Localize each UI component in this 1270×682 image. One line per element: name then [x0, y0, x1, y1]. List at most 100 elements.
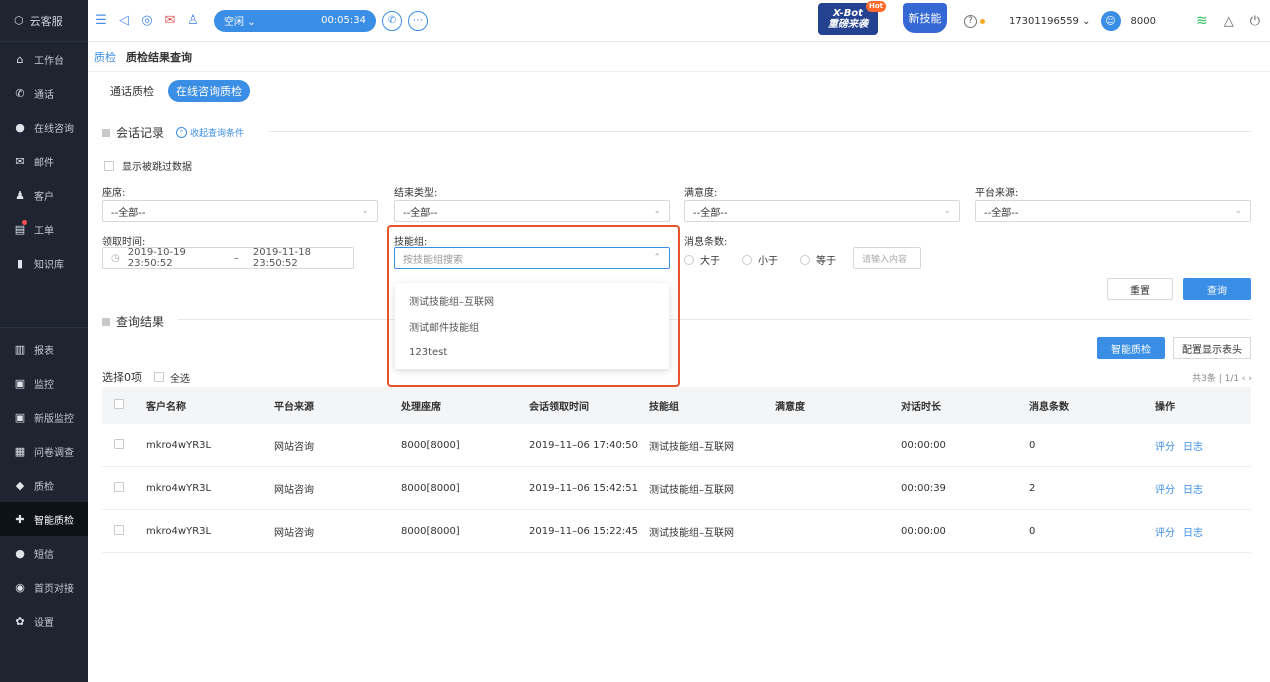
pagination[interactable]: 共3条 | 1/1 ‹ ›	[1192, 371, 1252, 384]
sidebar-item-smart-qc[interactable]: ✚ 智能质检	[0, 502, 88, 536]
agent-status-pill[interactable]: 空闲 ⌄ 00:05:34	[214, 9, 376, 32]
sidebar-item-user[interactable]: ♟ 客户	[0, 178, 88, 212]
tab-call-qc[interactable]: 通话质检	[110, 83, 154, 99]
sidebar-item-mail[interactable]: ✉ 邮件	[0, 144, 88, 178]
breadcrumb: 质检 质检结果查询	[88, 42, 1270, 72]
platform-select[interactable]: --全部-- ⌄	[975, 200, 1251, 222]
sidebar-item-shield[interactable]: ◆ 质检	[0, 468, 88, 502]
radio-greater[interactable]: 大于	[684, 252, 720, 267]
collapse-filters-link[interactable]: ⌃ 收起查询条件	[176, 126, 244, 139]
agent-select-value: --全部--	[111, 207, 146, 219]
col-count: 消息条数	[1029, 402, 1069, 413]
rate-link[interactable]: 评分	[1155, 528, 1175, 539]
row-checkbox[interactable]	[114, 524, 124, 535]
mail-alert-icon[interactable]: ✉	[163, 13, 177, 28]
sidebar-item-new-monitor[interactable]: ▣ 新版监控	[0, 400, 88, 434]
link-icon: ◉	[15, 580, 25, 594]
agent-id: 8000	[1130, 15, 1156, 27]
xbot-banner[interactable]: X-Bot 重磅来袭 Hot	[818, 1, 886, 35]
radio-icon[interactable]	[800, 254, 810, 265]
rate-link[interactable]: 评分	[1155, 442, 1175, 453]
message-icon[interactable]: ◎	[140, 13, 154, 28]
sidebar-item-book[interactable]: ▮ 知识库	[0, 246, 88, 280]
brand-name: 云客服	[29, 14, 63, 28]
radio-icon[interactable]	[742, 254, 752, 265]
power-icon[interactable]: ⏻	[1250, 14, 1260, 29]
xbot-title: X-Bot	[833, 8, 863, 19]
chevron-down-icon: ⌄	[653, 206, 661, 216]
rate-link[interactable]: 评分	[1155, 485, 1175, 496]
log-link[interactable]: 日志	[1183, 485, 1203, 496]
sidebar-item-home[interactable]: ⌂ 工作台	[0, 42, 88, 76]
shield-icon: ◆	[15, 478, 25, 492]
table-row: mkro4wYR3L 网站咨询 8000[8000] 2019–11–06 17:40…	[102, 424, 1251, 467]
users-icon[interactable]: ♙	[186, 13, 200, 28]
msg-count-input[interactable]: 请输入内容	[853, 247, 921, 269]
sidebar-item-survey[interactable]: ▦ 问卷调查	[0, 434, 88, 468]
phone-icon: ✆	[15, 86, 25, 100]
log-link[interactable]: 日志	[1183, 442, 1203, 453]
row-checkbox[interactable]	[114, 481, 124, 492]
avatar[interactable]: ☺	[1100, 11, 1121, 31]
book-icon: ▮	[16, 256, 24, 270]
radio-icon[interactable]	[684, 254, 694, 265]
pager-text: 共3条 | 1/1 ‹ ›	[1192, 374, 1252, 384]
sidebar-item-gear[interactable]: ✿ 设置	[0, 604, 88, 638]
chat-bubble-icon[interactable]: ⋯	[408, 10, 428, 31]
sidebar-item-ticket[interactable]: ▤ 工单	[0, 212, 88, 246]
sidebar-item-label: 报表	[34, 345, 54, 357]
chevron-up-icon: ⌃	[176, 127, 188, 138]
sidebar-item-phone[interactable]: ✆ 通话	[0, 76, 88, 110]
row-checkbox[interactable]	[114, 438, 124, 449]
time-range-picker[interactable]: ◷ 2019-10-19 23:50:52 – 2019-11-18 23:50…	[102, 247, 354, 269]
sidebar-item-link[interactable]: ◉ 首页对接	[0, 570, 88, 604]
config-columns-button[interactable]: 配置显示表头	[1173, 337, 1251, 359]
sidebar-item-chat[interactable]: ● 在线咨询	[0, 110, 88, 144]
highlight-annotation	[387, 225, 680, 387]
header-checkbox[interactable]	[114, 399, 124, 409]
chevron-down-icon: ⌄	[247, 17, 256, 28]
monitor-icon: ▣	[14, 376, 26, 390]
agent-select[interactable]: --全部-- ⌄	[102, 200, 378, 222]
help-icon[interactable]: ?	[963, 14, 977, 28]
end-type-select[interactable]: --全部-- ⌄	[394, 200, 670, 222]
sidebar-item-monitor[interactable]: ▣ 监控	[0, 366, 88, 400]
radio-greater-label: 大于	[700, 256, 720, 267]
radio-less[interactable]: 小于	[742, 252, 778, 267]
speaker-icon[interactable]: ◁	[117, 13, 131, 28]
cell-count: 0	[1029, 439, 1036, 451]
sidebar-item-report[interactable]: ▥ 报表	[0, 332, 88, 366]
phone-call-icon[interactable]: ✆	[382, 10, 402, 31]
new-monitor-icon: ▣	[14, 410, 26, 424]
account-dropdown[interactable]: 17301196559 ⌄	[1009, 16, 1091, 27]
log-link[interactable]: 日志	[1183, 528, 1203, 539]
smart-qc-button[interactable]: 智能质检	[1097, 337, 1165, 359]
col-duration: 对话时长	[901, 402, 941, 413]
radio-equal[interactable]: 等于	[800, 252, 836, 267]
sidebar-item-sms[interactable]: ● 短信	[0, 536, 88, 570]
call-timer: 00:05:34	[321, 15, 366, 26]
col-skill: 技能组	[649, 402, 679, 413]
cell-actions: 评分 日志	[1155, 438, 1251, 453]
chat-icon: ●	[15, 120, 25, 134]
query-button[interactable]: 查询	[1183, 278, 1251, 300]
col-platform: 平台来源	[274, 402, 314, 413]
xbot-subtitle: 重磅来袭	[828, 19, 868, 30]
col-time: 会话领取时间	[529, 402, 589, 413]
bell-icon[interactable]: △	[1224, 14, 1234, 29]
tab-online-qc[interactable]: 在线咨询质检	[168, 80, 250, 102]
cell-customer: mkro4wYR3L	[146, 482, 212, 494]
chevron-down-icon: ⌄	[943, 206, 951, 216]
checkbox-icon[interactable]	[104, 160, 114, 171]
satisfaction-select[interactable]: --全部-- ⌄	[684, 200, 960, 222]
show-skipped-checkbox[interactable]: 显示被跳过数据	[104, 158, 192, 173]
new-skill-badge[interactable]: 新技能	[903, 3, 947, 33]
platform-label: 平台来源:	[975, 188, 1019, 199]
breadcrumb-parent[interactable]: 质检	[94, 49, 116, 65]
col-actions: 操作	[1155, 402, 1175, 413]
col-customer: 客户名称	[146, 402, 186, 413]
time-start: 2019-10-19 23:50:52	[127, 247, 186, 269]
select-all-checkbox[interactable]	[154, 372, 164, 382]
menu-icon[interactable]: ☰	[94, 13, 108, 28]
reset-button[interactable]: 重置	[1107, 278, 1173, 300]
